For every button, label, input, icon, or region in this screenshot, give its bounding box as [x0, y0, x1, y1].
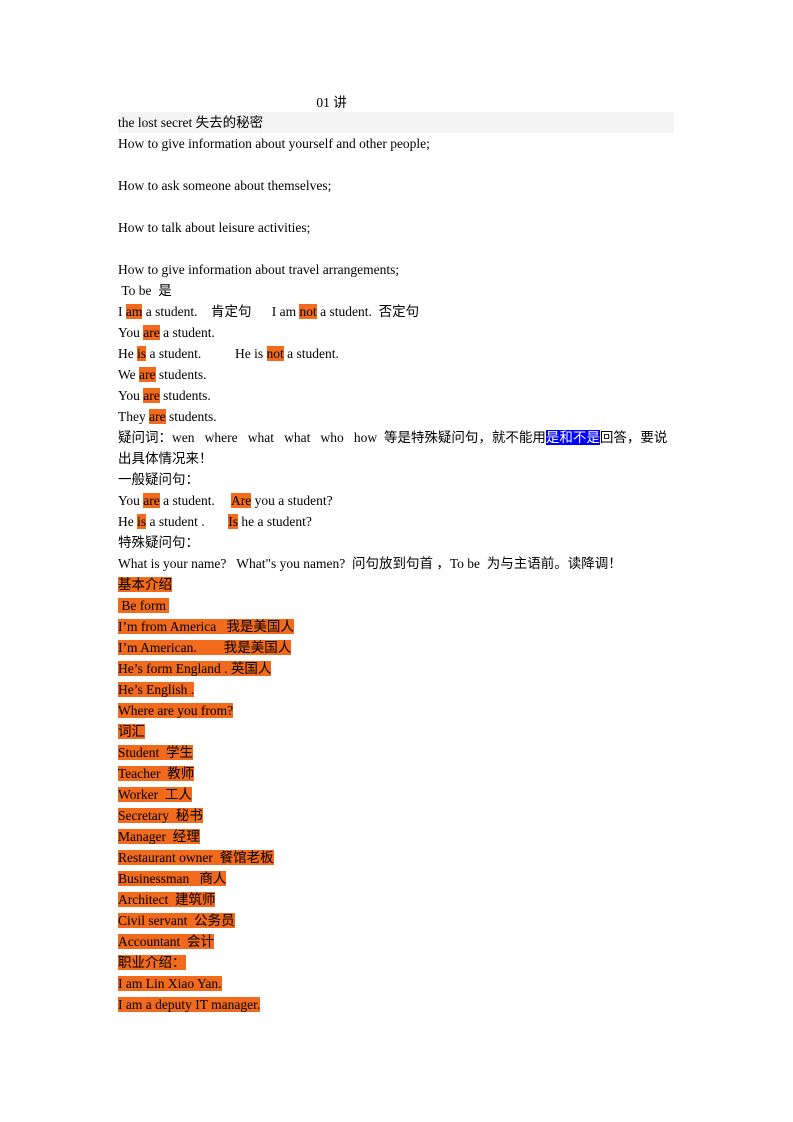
plain-text: students.	[159, 387, 211, 403]
plain-text: We	[118, 366, 140, 382]
orange-block-row: He’s form England . 英国人	[118, 658, 675, 679]
orange-text: 职业介绍：	[118, 954, 186, 970]
orange-text: Accountant 会计	[118, 933, 214, 949]
orange-highlight-word: are	[149, 408, 166, 424]
orange-block-row: Restaurant owner 餐馆老板	[118, 847, 675, 868]
orange-highlight-word: is	[137, 345, 147, 361]
orange-text: Where are you from?	[118, 702, 234, 718]
orange-block-row: Architect 建筑师	[118, 889, 675, 910]
orange-block-row: Civil servant 公务员	[118, 910, 675, 931]
orange-block-row: Where are you from?	[118, 700, 675, 721]
plain-text: a student.	[159, 492, 232, 508]
plain-text: a student .	[146, 513, 229, 529]
orange-text: He’s form England . 英国人	[118, 660, 272, 676]
plain-text: He	[118, 513, 138, 529]
orange-block-row: I am Lin Xiao Yan.	[118, 973, 675, 994]
orange-highlight-word: are	[143, 492, 160, 508]
orange-block-row: 职业介绍：	[118, 952, 675, 973]
orange-highlight-word: are	[143, 387, 160, 403]
orange-highlight-word: is	[137, 513, 147, 529]
objective-item-4: How to give information about travel arr…	[118, 261, 400, 277]
question-words-note: 疑问词：wen where what what who how 等是特殊疑问句，…	[118, 427, 675, 469]
orange-text: 词汇	[118, 723, 145, 739]
plain-text: He	[118, 345, 138, 361]
page-title: 01 讲	[316, 95, 347, 110]
orange-block-row: I’m from America 我是美国人	[118, 616, 675, 637]
plain-text: I	[118, 303, 126, 319]
special-question-line: What is your name? What"s you namen? 问句放…	[118, 555, 622, 571]
orange-highlight-word: are	[139, 366, 156, 382]
orange-text: Worker 工人	[118, 786, 192, 802]
document-body: the lost secret 失去的秘密 How to give inform…	[0, 111, 793, 1015]
objective-item-3: How to talk about leisure activities;	[118, 219, 311, 235]
orange-highlight-word: Is	[228, 513, 239, 529]
orange-highlight-word: are	[143, 324, 160, 340]
plain-text: students.	[155, 366, 207, 382]
plain-text: a student. 肯定句 I am	[142, 303, 300, 319]
orange-text: Student 学生	[118, 744, 194, 760]
plain-text: you a student?	[251, 492, 333, 508]
orange-block-row: Businessman 商人	[118, 868, 675, 889]
question-words-prefix: 疑问词：wen where what what who how 等是特殊疑问句，…	[118, 429, 546, 445]
heading-line-row: the lost secret 失去的秘密	[118, 111, 675, 133]
orange-text: Teacher 教师	[118, 765, 195, 781]
objective-item-2: How to ask someone about themselves;	[118, 177, 332, 193]
objective-item-1: How to give information about yourself a…	[118, 135, 430, 151]
grammar-row: You are students.	[118, 385, 675, 406]
general-question-row: He is a student . Is he a student?	[118, 511, 675, 532]
document-page: 01 讲 the lost secret 失去的秘密 How to give i…	[0, 0, 793, 1122]
orange-block-row: Secretary 秘书	[118, 805, 675, 826]
special-question-heading: 特殊疑问句：	[118, 534, 199, 550]
orange-block-row: Manager 经理	[118, 826, 675, 847]
orange-block-row: He’s English .	[118, 679, 675, 700]
orange-text: I am Lin Xiao Yan.	[118, 975, 222, 991]
grammar-row: He is a student. He is not a student.	[118, 343, 675, 364]
orange-text: Restaurant owner 餐馆老板	[118, 849, 274, 865]
general-question-row: You are a student. Are you a student?	[118, 490, 675, 511]
grammar-row: We are students.	[118, 364, 675, 385]
plain-text: a student.	[159, 324, 215, 340]
plain-text: They	[118, 408, 150, 424]
grammar-row: I am a student. 肯定句 I am not a student. …	[118, 301, 675, 322]
orange-text: Manager 经理	[118, 828, 200, 844]
plain-text: a student.	[283, 345, 339, 361]
question-words-blue-highlight: 是和不是	[545, 429, 600, 445]
plain-text: he a student?	[238, 513, 312, 529]
orange-block-row: Teacher 教师	[118, 763, 675, 784]
orange-block-row: I am a deputy IT manager.	[118, 994, 675, 1015]
plain-text: a student. He is	[146, 345, 267, 361]
orange-text: Secretary 秘书	[118, 807, 203, 823]
grammar-row: You are a student.	[118, 322, 675, 343]
heading-line: the lost secret 失去的秘密	[118, 111, 674, 133]
orange-text: I am a deputy IT manager.	[118, 996, 261, 1012]
orange-block-row: I’m American. 我是美国人	[118, 637, 675, 658]
orange-text: Civil servant 公务员	[118, 912, 235, 928]
orange-text: He’s English .	[118, 681, 195, 697]
plain-text: You	[118, 324, 144, 340]
plain-text: students.	[165, 408, 217, 424]
orange-block-row: Be form	[118, 595, 675, 616]
orange-text: Businessman 商人	[118, 870, 227, 886]
orange-highlight-word: not	[266, 345, 284, 361]
orange-block-row: 词汇	[118, 721, 675, 742]
orange-text: Architect 建筑师	[118, 891, 216, 907]
orange-text: Be form	[118, 597, 170, 613]
plain-text: You	[118, 387, 144, 403]
orange-block-row: Student 学生	[118, 742, 675, 763]
orange-highlight-word: Are	[231, 492, 252, 508]
orange-highlight-word: not	[299, 303, 317, 319]
orange-block-row: 基本介绍	[118, 574, 675, 595]
orange-block-row: Worker 工人	[118, 784, 675, 805]
orange-block-row: Accountant 会计	[118, 931, 675, 952]
orange-highlight-word: am	[125, 303, 143, 319]
grammar-row: They are students.	[118, 406, 675, 427]
plain-text: You	[118, 492, 144, 508]
orange-text: 基本介绍	[118, 576, 172, 592]
tobe-heading: To be 是	[118, 282, 172, 298]
plain-text: a student. 否定句	[316, 303, 420, 319]
orange-text: I’m American. 我是美国人	[118, 639, 292, 655]
general-question-heading: 一般疑问句：	[118, 471, 199, 487]
orange-text: I’m from America 我是美国人	[118, 618, 294, 634]
